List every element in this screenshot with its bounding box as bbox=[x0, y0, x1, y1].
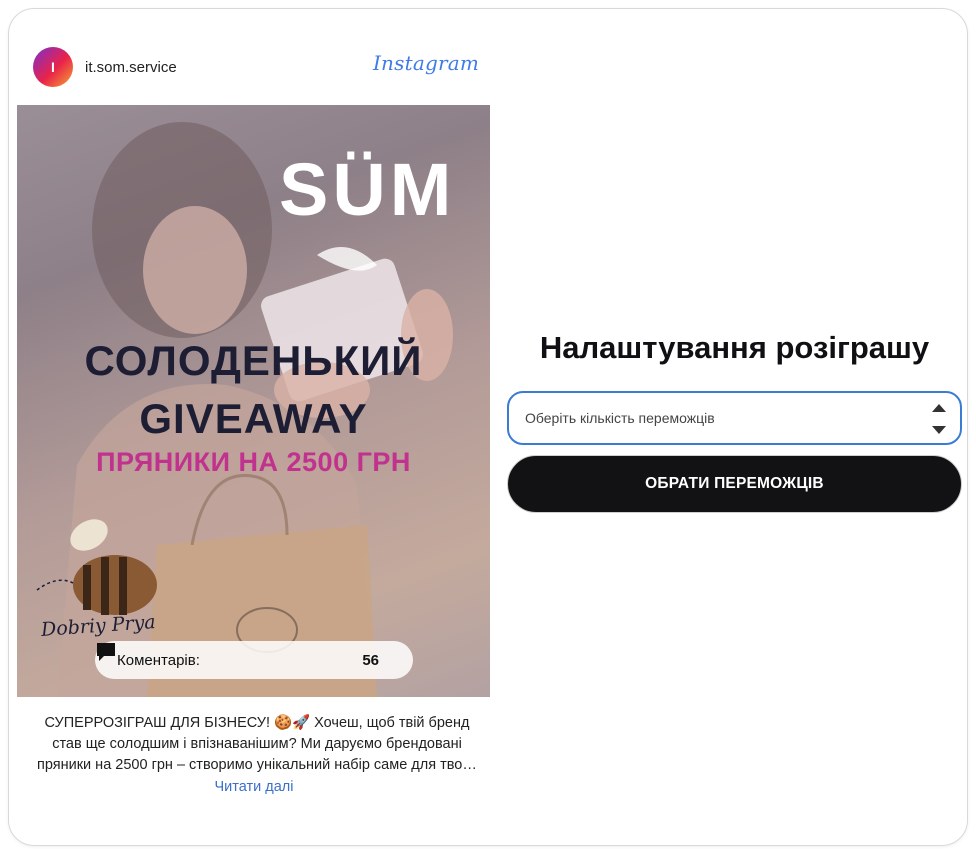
caption-line-3: пряники на 2500 грн – створимо унікальни… bbox=[37, 757, 477, 773]
winners-count-placeholder: Оберіть кількість переможців bbox=[525, 410, 715, 426]
pick-winners-button[interactable]: ОБРАТИ ПЕРЕМОЖЦІВ bbox=[507, 455, 962, 513]
arrow-up-icon[interactable] bbox=[932, 404, 946, 412]
headline-line-3: ПРЯНИКИ НА 2500 ГРН bbox=[96, 447, 411, 477]
som-logo: SÜM bbox=[279, 148, 456, 231]
comments-count: 56 bbox=[362, 651, 379, 669]
instagram-logo[interactable]: Instagram bbox=[373, 51, 479, 75]
post-image[interactable]: SÜM СОЛОДЕНЬКИЙ GIVEAWAY ПРЯНИКИ НА 2500… bbox=[17, 105, 490, 697]
speech-bubble-icon bbox=[97, 643, 115, 661]
headline-line-2: GIVEAWAY bbox=[139, 395, 368, 442]
read-more-link[interactable]: Читати далі bbox=[17, 779, 491, 795]
comments-counter: Коментарів: 56 bbox=[95, 641, 413, 679]
comments-label: Коментарів: bbox=[117, 651, 200, 669]
arrow-down-icon[interactable] bbox=[932, 426, 946, 434]
account-avatar[interactable]: I bbox=[33, 47, 73, 87]
account-name[interactable]: it.som.service bbox=[85, 59, 177, 76]
giveaway-settings: Налаштування розіграшу Оберіть кількість… bbox=[507, 329, 962, 513]
settings-title: Налаштування розіграшу bbox=[539, 330, 930, 365]
caption-line-1: СУПЕРРОЗІГРАШ ДЛЯ БІЗНЕСУ! 🍪🚀 Хочеш, щоб… bbox=[44, 715, 470, 731]
caption-line-2: став ще солодшим і впізнаванішим? Ми дар… bbox=[52, 736, 462, 752]
post-header: I it.som.service Instagram bbox=[33, 47, 479, 87]
giveaway-card: I it.som.service Instagram SÜM СОЛОДЕНЬК… bbox=[8, 8, 968, 846]
up-down-arrows-icon[interactable] bbox=[932, 401, 946, 437]
winners-count-select[interactable]: Оберіть кількість переможців bbox=[507, 391, 962, 445]
headline-line-1: СОЛОДЕНЬКИЙ bbox=[84, 337, 423, 384]
avatar-letter: I bbox=[51, 59, 55, 75]
post-caption: СУПЕРРОЗІГРАШ ДЛЯ БІЗНЕСУ! 🍪🚀 Хочеш, щоб… bbox=[37, 713, 477, 776]
